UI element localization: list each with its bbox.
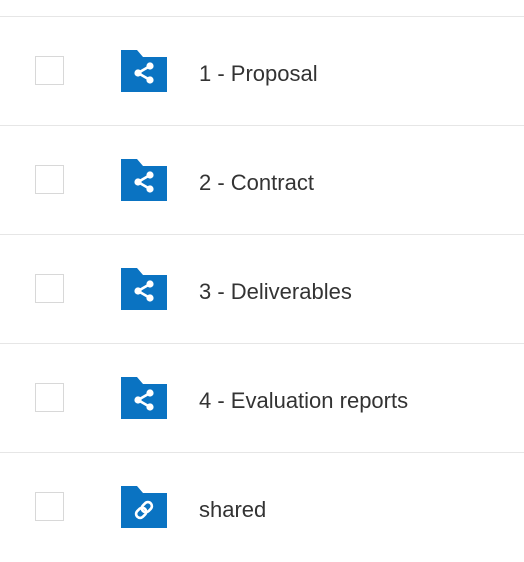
file-list: 1 - Proposal 2 - Contract 3 - Deliverabl… xyxy=(0,17,524,562)
folder-name[interactable]: 2 - Contract xyxy=(199,170,314,196)
link-folder-icon xyxy=(121,482,167,528)
select-checkbox[interactable] xyxy=(35,165,64,194)
shared-folder-icon xyxy=(121,46,167,92)
list-item[interactable]: 4 - Evaluation reports xyxy=(0,344,524,453)
select-checkbox[interactable] xyxy=(35,274,64,303)
list-item[interactable]: shared xyxy=(0,453,524,562)
folder-name[interactable]: 3 - Deliverables xyxy=(199,279,352,305)
folder-name[interactable]: shared xyxy=(199,497,266,523)
select-checkbox[interactable] xyxy=(35,492,64,521)
select-checkbox[interactable] xyxy=(35,56,64,85)
folder-name[interactable]: 1 - Proposal xyxy=(199,61,318,87)
list-item[interactable]: 1 - Proposal xyxy=(0,17,524,126)
list-item[interactable]: 3 - Deliverables xyxy=(0,235,524,344)
select-checkbox[interactable] xyxy=(35,383,64,412)
shared-folder-icon xyxy=(121,373,167,419)
shared-folder-icon xyxy=(121,264,167,310)
folder-name[interactable]: 4 - Evaluation reports xyxy=(199,388,408,414)
shared-folder-icon xyxy=(121,155,167,201)
list-item[interactable]: 2 - Contract xyxy=(0,126,524,235)
